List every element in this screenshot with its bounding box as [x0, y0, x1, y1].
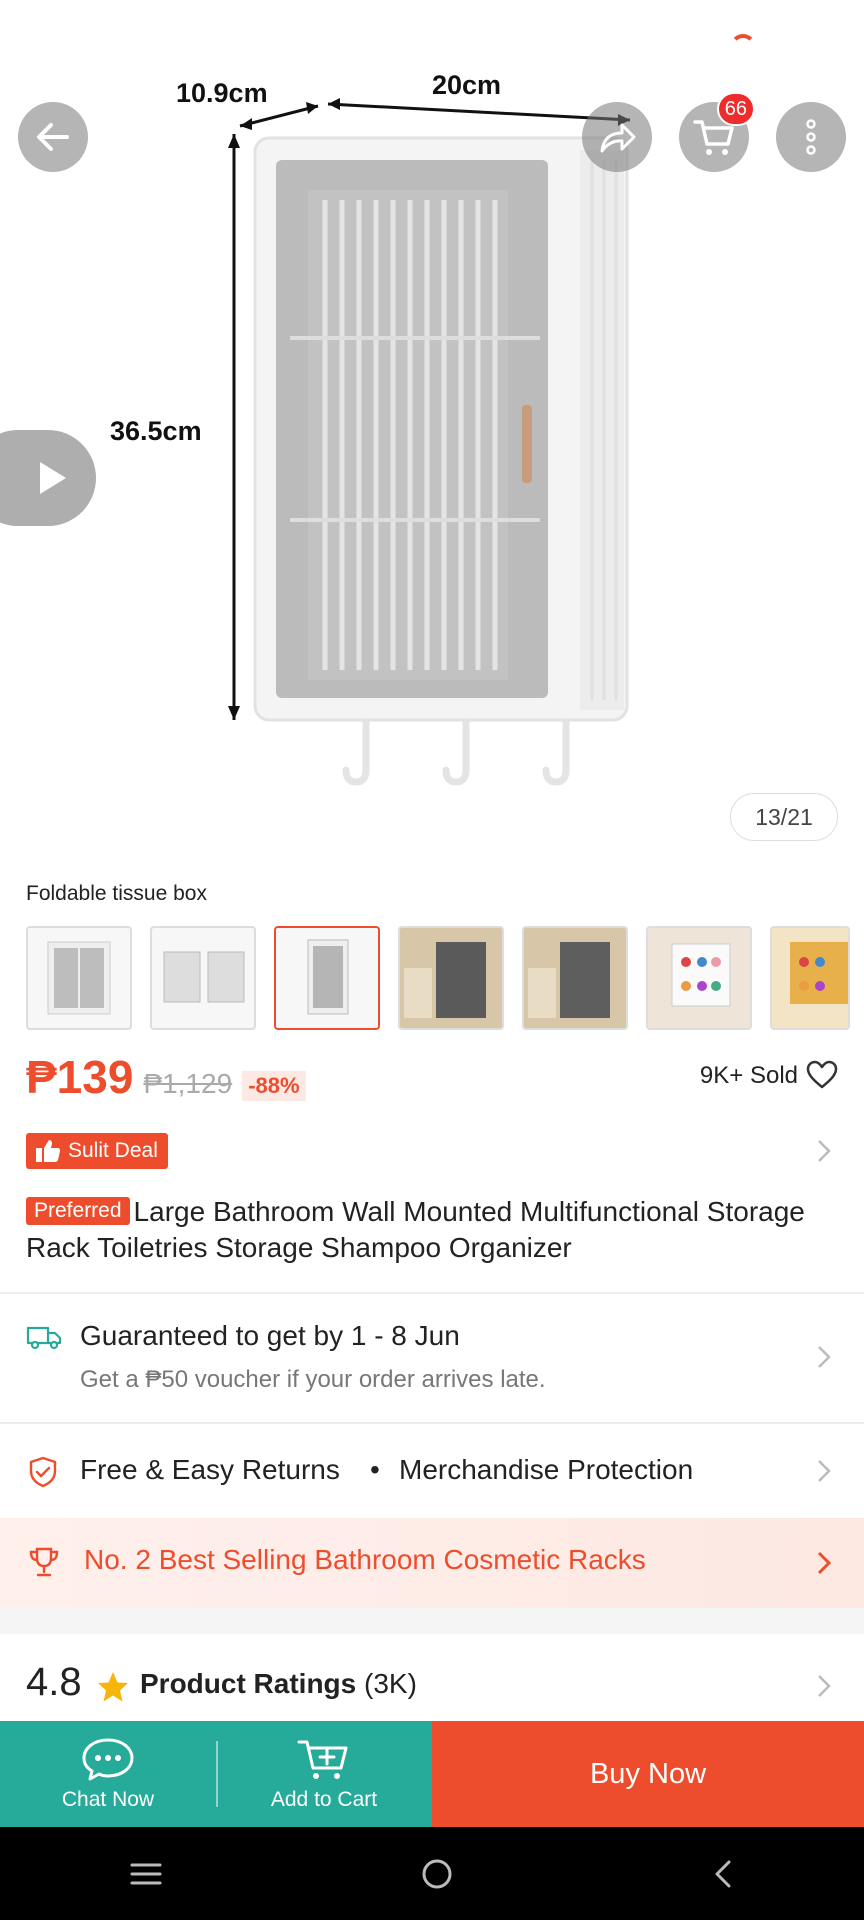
- cart-count-badge: 66: [716, 92, 755, 126]
- chevron-right-icon: [818, 1460, 831, 1482]
- best-seller-banner[interactable]: No. 2 Best Selling Bathroom Cosmetic Rac…: [0, 1518, 864, 1608]
- trophy-icon: [29, 1547, 59, 1577]
- shipping-guarantee-title: Guaranteed to get by 1 - 8 Jun: [80, 1320, 460, 1351]
- thumbnail-image: [671, 943, 731, 1007]
- thumbnail-image: [404, 942, 486, 1018]
- sulit-deal-badge[interactable]: Sulit Deal: [26, 1133, 168, 1169]
- best-seller-label: No. 2 Best Selling Bathroom Cosmetic Rac…: [84, 1544, 646, 1575]
- variation-thumbnail[interactable]: [26, 926, 132, 1030]
- image-counter: 13/21: [730, 793, 838, 841]
- back-icon[interactable]: [711, 1858, 735, 1890]
- chevron-right-icon: [818, 1346, 831, 1368]
- variation-thumbnail[interactable]: [522, 926, 628, 1030]
- variation-thumbnail[interactable]: [646, 926, 752, 1030]
- thumbnail-image: [47, 941, 111, 1015]
- cart-button[interactable]: 66: [679, 92, 755, 172]
- chevron-right-icon[interactable]: [816, 1138, 832, 1164]
- divider: [0, 1292, 864, 1294]
- system-navigation-bar: [0, 1827, 864, 1920]
- more-options-button[interactable]: [776, 102, 846, 172]
- variation-thumbnail[interactable]: [398, 926, 504, 1030]
- variation-thumbnails: [26, 926, 850, 1030]
- dimension-depth-label: 10.9cm: [176, 78, 268, 108]
- variation-thumbnail[interactable]: [770, 926, 850, 1030]
- variation-thumbnail[interactable]: [150, 926, 256, 1030]
- back-button[interactable]: [18, 102, 88, 172]
- play-video-button[interactable]: [0, 430, 96, 526]
- sulit-deal-label: Sulit Deal: [68, 1139, 158, 1162]
- home-icon[interactable]: [420, 1857, 454, 1891]
- add-to-cart-label: Add to Cart: [270, 1788, 378, 1811]
- share-button[interactable]: [582, 102, 652, 172]
- bullet-separator: •: [370, 1454, 380, 1485]
- free-returns-label: Free & Easy Returns: [80, 1454, 340, 1485]
- thumbs-up-icon: [36, 1140, 60, 1162]
- thumbnail-image: [163, 951, 245, 1003]
- chat-now-label: Chat Now: [61, 1788, 155, 1811]
- discount-badge: -88%: [242, 1071, 306, 1101]
- recent-apps-icon[interactable]: [129, 1861, 163, 1887]
- shield-check-icon: [29, 1456, 57, 1488]
- chat-now-button[interactable]: Chat Now: [0, 1721, 216, 1827]
- chevron-right-icon: [818, 1675, 831, 1697]
- ratings-count: (3K): [364, 1668, 417, 1699]
- current-price: ₱139: [26, 1051, 134, 1103]
- chevron-right-icon: [817, 1551, 832, 1575]
- preferred-badge: Preferred: [26, 1197, 130, 1225]
- product-title: Large Bathroom Wall Mounted Multifunctio…: [26, 1196, 805, 1263]
- share-icon: [600, 123, 636, 153]
- variation-thumbnail-selected[interactable]: [274, 926, 380, 1030]
- ratings-label: Product Ratings: [140, 1668, 357, 1699]
- thumbnail-image: [528, 942, 610, 1018]
- sold-count: 9K+ Sold: [699, 1062, 798, 1089]
- dimension-height-label: 36.5cm: [110, 416, 202, 446]
- bottom-action-bar: Chat Now Add to Cart Buy Now: [0, 1721, 864, 1827]
- section-gap: [0, 1608, 864, 1634]
- rating-score: 4.8: [26, 1660, 82, 1704]
- add-to-cart-button[interactable]: Add to Cart: [216, 1721, 432, 1827]
- original-price: ₱1,129: [143, 1068, 233, 1099]
- selected-variation-name: Foldable tissue box: [26, 882, 207, 905]
- add-cart-icon: [297, 1740, 348, 1779]
- back-arrow-icon: [37, 123, 69, 151]
- buy-now-button[interactable]: Buy Now: [432, 1721, 864, 1827]
- loading-spinner-icon: [730, 34, 756, 60]
- ratings-title: Product Ratings (3K): [140, 1668, 417, 1700]
- dimension-width-label: 20cm: [432, 70, 502, 100]
- heart-icon[interactable]: [806, 1060, 838, 1090]
- shipping-voucher-note: Get a ₱50 voucher if your order arrives …: [80, 1366, 546, 1393]
- price-row: ₱139 ₱1,129 -88% 9K+ Sold: [26, 1050, 838, 1106]
- product-title-block: Preferred Large Bathroom Wall Mounted Mul…: [26, 1194, 826, 1266]
- star-icon: [98, 1672, 128, 1702]
- divider: [0, 1422, 864, 1424]
- more-vertical-icon: [806, 119, 816, 155]
- delivery-truck-icon: [26, 1326, 62, 1350]
- thumbnail-image: [307, 939, 349, 1015]
- thumbnail-image: [790, 942, 848, 1004]
- merchandise-protection-label: Merchandise Protection: [399, 1454, 694, 1485]
- chat-icon: [82, 1738, 134, 1781]
- button-separator: [216, 1741, 218, 1807]
- product-image-carousel[interactable]: 10.9cm 20cm 36.5cm 66 13/21: [0, 0, 864, 860]
- play-icon: [40, 462, 66, 494]
